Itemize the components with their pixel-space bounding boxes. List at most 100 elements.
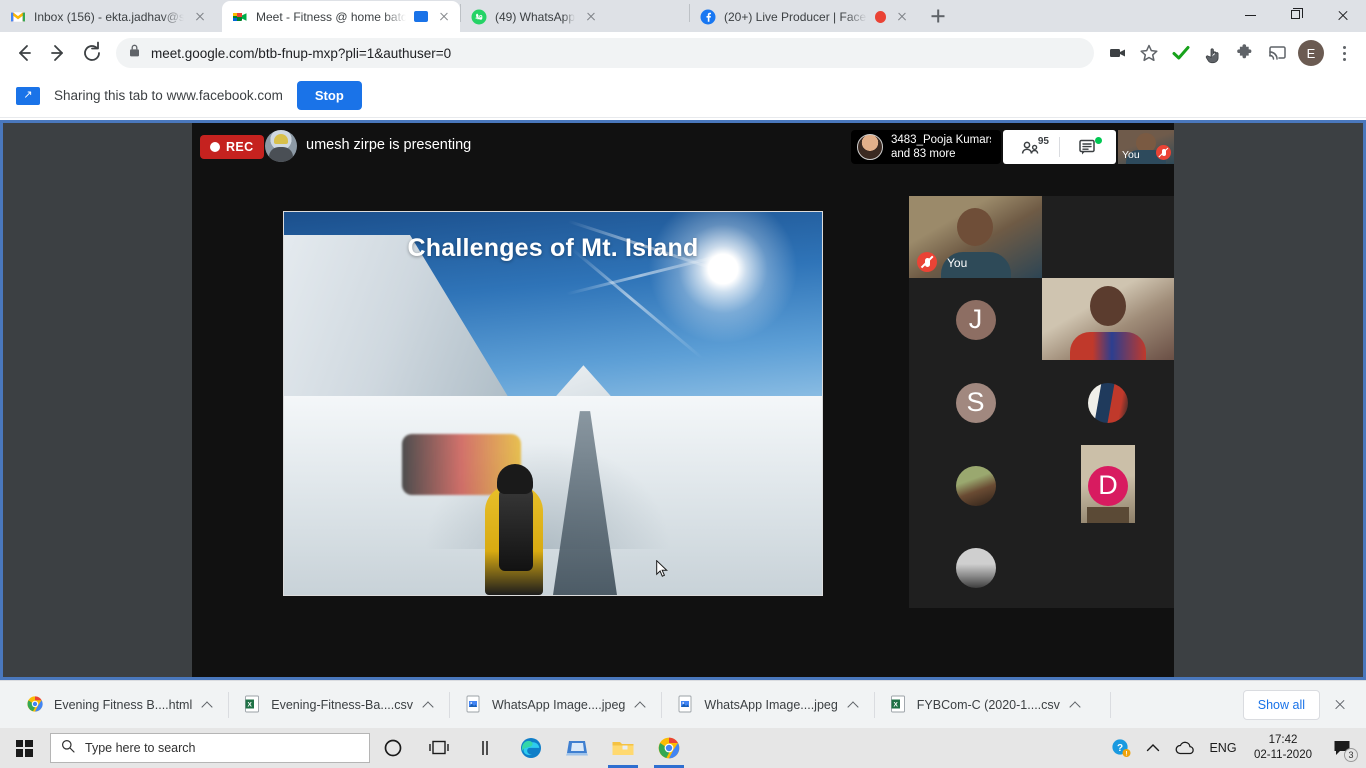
browser-tab-gmail[interactable]: Inbox (156) - ekta.jadhav@stmira xyxy=(0,1,222,32)
address-bar[interactable]: meet.google.com/btb-fnup-mxp?pli=1&authu… xyxy=(116,38,1094,68)
close-window-button[interactable] xyxy=(1320,0,1366,32)
tab-title: Inbox (156) - ekta.jadhav@stmira xyxy=(34,10,184,24)
close-icon[interactable] xyxy=(192,9,208,25)
chevron-up-icon[interactable] xyxy=(848,699,860,711)
action-center-button[interactable]: 3 xyxy=(1326,728,1360,768)
gmail-icon xyxy=(10,9,26,25)
show-all-downloads-button[interactable]: Show all xyxy=(1243,690,1320,720)
participant-tile[interactable] xyxy=(909,527,1042,608)
chrome-icon[interactable] xyxy=(646,728,692,768)
cast-icon[interactable] xyxy=(1262,38,1292,68)
excel-icon: X xyxy=(243,695,261,715)
chevron-up-icon[interactable] xyxy=(423,699,435,711)
chevron-up-icon[interactable] xyxy=(202,699,214,711)
self-label: You xyxy=(1122,149,1140,161)
download-item[interactable]: X FYBCom-C (2020-1....csv xyxy=(875,689,1096,721)
extensions-puzzle-icon[interactable] xyxy=(1230,38,1260,68)
active-speaker-chip[interactable]: 3483_Pooja Kumarsw… and 83 more xyxy=(851,130,1001,164)
participant-tile[interactable] xyxy=(1042,361,1174,444)
forward-button[interactable] xyxy=(42,37,74,69)
participant-tile[interactable] xyxy=(1042,278,1174,360)
mouse-cursor xyxy=(656,560,668,583)
close-downloads-bar-icon[interactable] xyxy=(1326,691,1354,719)
avatar xyxy=(956,466,996,506)
presenter-avatar xyxy=(265,130,297,162)
avatar-body xyxy=(1070,332,1146,360)
windows-logo-icon xyxy=(16,740,33,757)
minimize-button[interactable] xyxy=(1228,0,1274,32)
tab-title: (49) WhatsApp xyxy=(495,10,575,24)
onedrive-cloud-icon[interactable] xyxy=(1172,728,1198,768)
taskbar-clock[interactable]: 17:42 02-11-2020 xyxy=(1248,733,1318,763)
browser-tab-strip: Inbox (156) - ekta.jadhav@stmira Meet - … xyxy=(0,0,1366,32)
task-view-icon[interactable] xyxy=(416,728,462,768)
chrome-html-icon xyxy=(26,695,44,715)
close-icon[interactable] xyxy=(894,9,910,25)
participants-button[interactable]: 95 xyxy=(1003,130,1059,164)
reload-button[interactable] xyxy=(76,37,108,69)
chevron-up-icon[interactable] xyxy=(1070,699,1082,711)
download-item[interactable]: WhatsApp Image....jpeg xyxy=(662,689,873,721)
url-text: meet.google.com/btb-fnup-mxp?pli=1&authu… xyxy=(151,46,451,61)
browser-tab-meet[interactable]: Meet - Fitness @ home batc xyxy=(222,1,460,32)
remote-desktop-icon[interactable] xyxy=(554,728,600,768)
download-item[interactable]: X Evening-Fitness-Ba....csv xyxy=(229,689,449,721)
participant-tile[interactable] xyxy=(909,444,1042,527)
chrome-menu-button[interactable] xyxy=(1330,39,1358,67)
avatar xyxy=(857,134,883,160)
climber-backpack xyxy=(499,482,533,571)
clock-time: 17:42 xyxy=(1269,733,1298,748)
stop-sharing-button[interactable]: Stop xyxy=(297,81,362,110)
record-dot-icon xyxy=(210,142,220,152)
meet-control-pill: 95 xyxy=(1003,130,1116,164)
participant-grid: You J xyxy=(909,196,1174,608)
download-item[interactable]: Evening Fitness B....html xyxy=(12,689,228,721)
self-preview-tile[interactable]: You xyxy=(1118,130,1174,164)
bookmark-star-icon[interactable] xyxy=(1134,38,1164,68)
participant-tile[interactable]: D xyxy=(1042,444,1174,527)
download-item[interactable]: WhatsApp Image....jpeg xyxy=(450,689,661,721)
presented-slide[interactable]: Challenges of Mt. Island xyxy=(283,211,823,596)
start-button[interactable] xyxy=(0,728,48,768)
show-hidden-icons-chevron-icon[interactable] xyxy=(1142,728,1164,768)
close-icon[interactable] xyxy=(583,9,599,25)
tab-title: (20+) Live Producer | Facebo xyxy=(724,10,867,24)
google-meet-app: REC umesh zirpe is presenting 3483_Pooja… xyxy=(3,123,1363,677)
download-filename: Evening-Fitness-Ba....csv xyxy=(271,698,413,712)
media-control-icon[interactable] xyxy=(1102,38,1132,68)
participant-tile[interactable]: You xyxy=(909,196,1042,278)
avatar: D xyxy=(1088,466,1128,506)
tile-label: You xyxy=(947,256,967,270)
language-indicator[interactable]: ENG xyxy=(1206,728,1240,768)
window-controls xyxy=(1228,0,1366,32)
mic-muted-icon xyxy=(1156,145,1171,160)
profile-avatar[interactable]: E xyxy=(1298,40,1324,66)
maximize-button[interactable] xyxy=(1274,0,1320,32)
divider xyxy=(1110,692,1111,718)
climber-hood xyxy=(497,464,533,494)
participant-tile[interactable]: J xyxy=(909,278,1042,361)
close-icon[interactable] xyxy=(436,9,452,25)
widget-icon[interactable] xyxy=(462,728,508,768)
browser-tab-whatsapp[interactable]: 49 (49) WhatsApp xyxy=(461,1,689,32)
svg-text:X: X xyxy=(248,701,253,708)
back-button[interactable] xyxy=(8,37,40,69)
chevron-up-icon[interactable] xyxy=(635,699,647,711)
hand-extension-icon[interactable] xyxy=(1198,38,1228,68)
downloads-bar: Evening Fitness B....html X Evening-Fitn… xyxy=(0,680,1366,728)
help-notification-icon[interactable]: ? ! xyxy=(1108,728,1134,768)
browser-tab-facebook[interactable]: (20+) Live Producer | Facebo xyxy=(690,1,918,32)
new-tab-button[interactable] xyxy=(924,2,952,30)
file-explorer-icon[interactable] xyxy=(600,728,646,768)
speaker-name: 3483_Pooja Kumarsw… xyxy=(891,133,991,147)
checkmark-extension-icon[interactable] xyxy=(1166,38,1196,68)
download-filename: WhatsApp Image....jpeg xyxy=(704,698,837,712)
chat-button[interactable] xyxy=(1060,130,1116,164)
cortana-icon[interactable] xyxy=(370,728,416,768)
edge-icon[interactable] xyxy=(508,728,554,768)
participant-tile[interactable]: S xyxy=(909,361,1042,444)
browser-toolbar: meet.google.com/btb-fnup-mxp?pli=1&authu… xyxy=(0,32,1366,74)
taskbar-search-input[interactable]: Type here to search xyxy=(50,733,370,763)
lock-icon xyxy=(128,43,141,63)
shared-tab-viewport: REC umesh zirpe is presenting 3483_Pooja… xyxy=(0,120,1366,680)
